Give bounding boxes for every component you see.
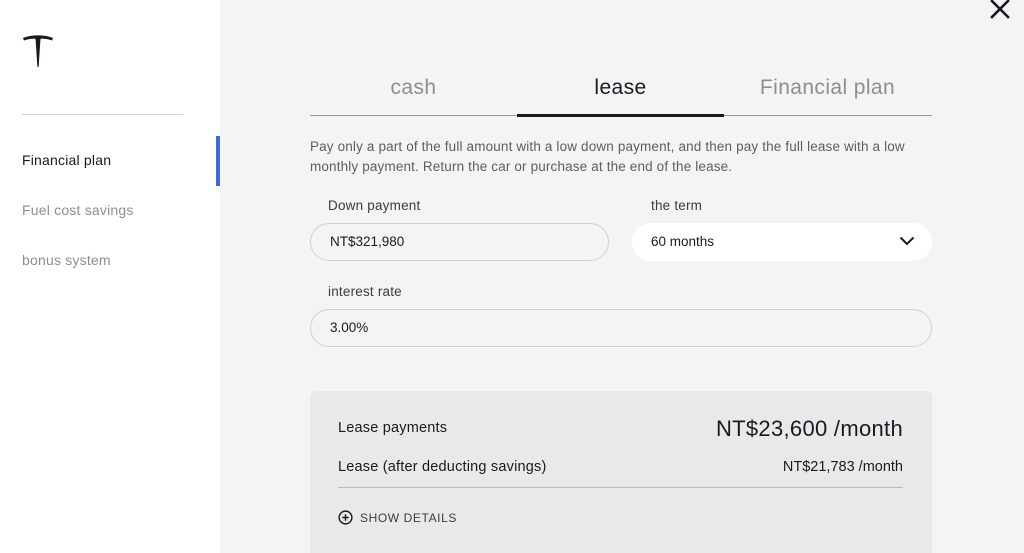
- tab-lease[interactable]: lease: [517, 70, 724, 116]
- down-payment-label: Down payment: [328, 198, 421, 213]
- tab-cash[interactable]: cash: [310, 70, 517, 116]
- sidebar-item-fuel-cost-savings[interactable]: Fuel cost savings: [22, 202, 134, 218]
- term-label: the term: [651, 198, 703, 213]
- lease-description: Pay only a part of the full amount with …: [310, 139, 905, 174]
- tab-financial-plan[interactable]: Financial plan: [724, 70, 931, 116]
- sidebar-item-bonus-system[interactable]: bonus system: [22, 252, 111, 268]
- lease-summary-panel: Lease payments NT$23,600 /month Lease (a…: [310, 391, 932, 553]
- sidebar: Financial plan Fuel cost savings bonus s…: [0, 0, 220, 553]
- lease-payments-label: Lease payments: [338, 420, 448, 436]
- lease-after-savings-value: NT$21,783 /month: [782, 459, 903, 475]
- interest-rate-field[interactable]: 3.00%: [310, 309, 932, 347]
- interest-rate-label: interest rate: [328, 284, 402, 299]
- close-icon[interactable]: [988, 0, 1012, 20]
- term-select-value: 60 months: [651, 234, 715, 249]
- sidebar-active-indicator: [216, 136, 220, 186]
- chevron-down-icon: [899, 236, 915, 246]
- active-tab-underline: [517, 114, 724, 117]
- lease-after-savings-label: Lease (after deducting savings): [338, 459, 547, 475]
- show-details-button[interactable]: SHOW DETAILS: [338, 510, 457, 525]
- payment-tabs: cash lease Financial plan: [310, 70, 932, 117]
- show-details-label: SHOW DETAILS: [360, 510, 457, 525]
- sidebar-item-financial-plan[interactable]: Financial plan: [22, 152, 111, 168]
- summary-divider: [338, 487, 903, 488]
- term-select[interactable]: 60 months: [632, 223, 932, 261]
- tesla-logo-icon[interactable]: [22, 34, 54, 68]
- plus-circle-icon: [338, 510, 353, 525]
- sidebar-divider: [22, 114, 183, 115]
- down-payment-field[interactable]: NT$321,980: [310, 223, 609, 261]
- lease-payments-value: NT$23,600 /month: [715, 416, 903, 441]
